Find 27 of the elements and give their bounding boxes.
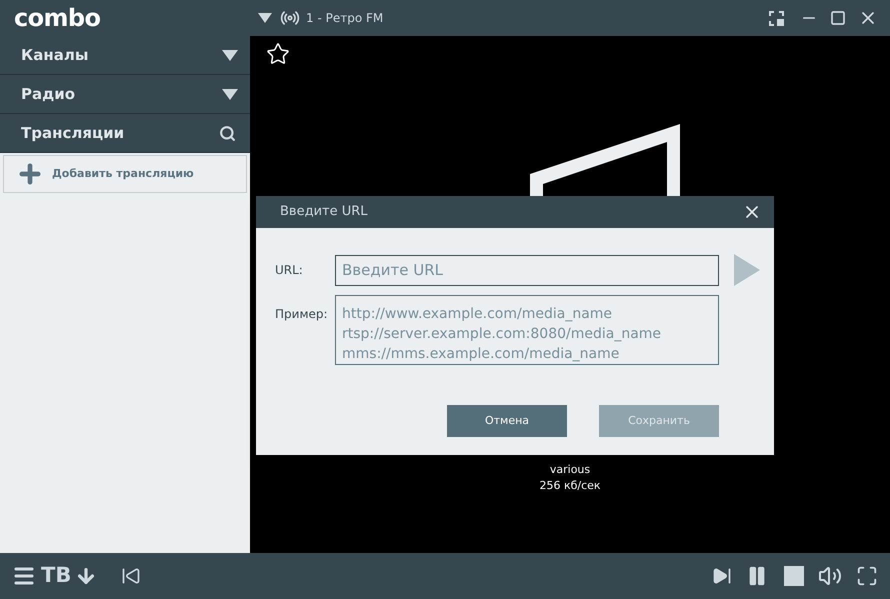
search-icon[interactable] (219, 124, 236, 142)
next-icon[interactable] (712, 566, 732, 586)
sidebar-section[interactable]: Радио (0, 75, 250, 114)
sidebar-section[interactable]: Каналы (0, 36, 250, 75)
mode-label[interactable]: ТВ (41, 560, 72, 592)
url-field[interactable]: Введите URL (335, 254, 719, 286)
caret-down-icon (222, 88, 238, 100)
caret-down-icon[interactable] (258, 13, 272, 23)
sidebar-section[interactable]: Трансляции (0, 114, 250, 153)
previous-icon[interactable] (121, 566, 142, 586)
example-url: rtsp://server.example.com:8080/media_name (342, 325, 662, 344)
url-label: URL: (275, 262, 304, 279)
favorite-star-icon[interactable] (266, 42, 290, 66)
add-stream-button[interactable]: Добавить трансляцию (3, 155, 247, 193)
track-info-text: 256 кб/сек (539, 478, 601, 494)
app-logo: combo (13, 6, 102, 30)
fullscreen-icon[interactable] (856, 565, 878, 587)
example-url: mms://mms.example.com/media_name (342, 345, 620, 364)
cancel-button[interactable]: Отмена (447, 405, 567, 437)
dialog-title: Введите URL (280, 203, 368, 222)
maximize-icon[interactable] (830, 10, 846, 26)
volume-icon[interactable] (818, 564, 842, 588)
example-label: Пример: (275, 306, 329, 323)
example-url: http://www.example.com/media_name (342, 305, 614, 324)
now-playing-title: 1 - Ретро FM (306, 10, 384, 27)
compact-view-icon[interactable] (769, 10, 784, 26)
caret-down-icon (222, 50, 238, 60)
